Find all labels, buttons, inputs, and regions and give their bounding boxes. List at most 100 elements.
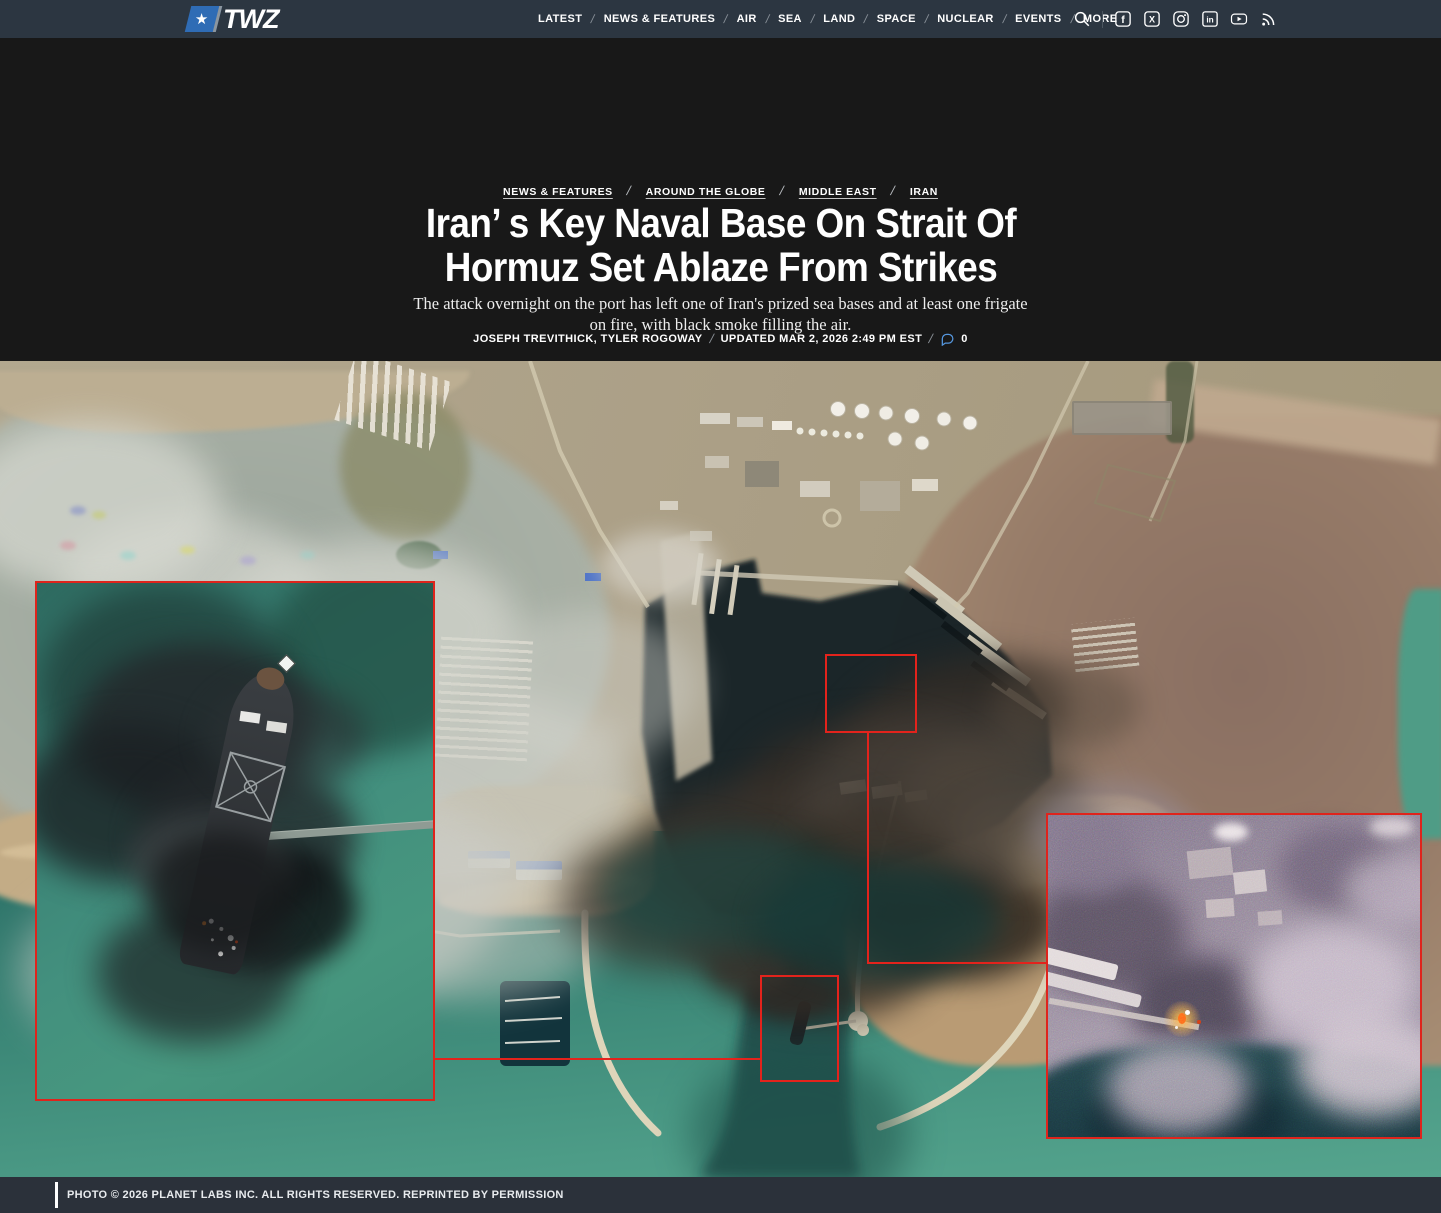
breadcrumb-iran[interactable]: IRAN (910, 186, 938, 198)
credit-tick (55, 1182, 58, 1208)
breadcrumb: NEWS & FEATURES / AROUND THE GLOBE / MID… (0, 183, 1441, 198)
nav-item-nuclear[interactable]: NUCLEAR (937, 13, 994, 25)
facebook-icon[interactable]: f (1114, 10, 1132, 28)
inset-ship-smoke (147, 833, 297, 953)
star-icon: ★ (195, 10, 209, 28)
comment-bubble-icon[interactable] (940, 332, 954, 346)
road (953, 361, 1090, 609)
twz-logo[interactable]: ★ TWZ (184, 4, 279, 34)
building (745, 461, 779, 487)
breadcrumb-news-features[interactable]: NEWS & FEATURES (503, 186, 613, 198)
main-menu: LATEST / NEWS & FEATURES / AIR / SEA / L… (538, 0, 1117, 38)
nav-separator: / (722, 12, 730, 26)
page-title: Iran’ s Key Naval Base On Strait Of Horm… (425, 200, 1016, 290)
byline-separator: / (707, 331, 716, 346)
building (912, 479, 938, 491)
nav-item-latest[interactable]: LATEST (538, 13, 582, 25)
cloud (480, 611, 700, 761)
breadcrumb-separator: / (625, 183, 634, 198)
tank-small (808, 428, 816, 436)
tank (854, 403, 870, 419)
satellite-image (0, 361, 1441, 1177)
tank (914, 435, 930, 451)
twz-flag-icon: ★ (184, 6, 223, 32)
photo-credit: PHOTO © 2026 PLANET LABS INC. ALL RIGHTS… (67, 1189, 564, 1201)
fleck (60, 541, 76, 550)
breadcrumb-separator: / (889, 183, 898, 198)
comments-count[interactable]: 0 (961, 333, 968, 345)
byline: JOSEPH TREVITHICK, TYLER ROGOWAY / UPDAT… (0, 331, 1441, 346)
connector-line-inset (435, 1058, 760, 1060)
breadcrumb-around-the-globe[interactable]: AROUND THE GLOBE (646, 186, 766, 198)
fleck (70, 506, 86, 515)
connector-line-horizontal (867, 962, 1048, 964)
tank (936, 411, 952, 427)
fleck (180, 546, 195, 554)
byline-updated: UPDATED MAR 2, 2026 2:49 PM EST (720, 332, 923, 345)
jetty-junction-2 (857, 1024, 869, 1036)
smoke-over-piers-box (825, 654, 917, 733)
nav-divider (1102, 10, 1103, 28)
photo-credit-bar: PHOTO © 2026 PLANET LABS INC. ALL RIGHTS… (0, 1177, 1441, 1213)
breadcrumb-separator: / (778, 183, 787, 198)
svg-text:in: in (1206, 15, 1213, 24)
building (772, 421, 792, 430)
instagram-icon[interactable] (1172, 10, 1190, 28)
nav-separator: / (764, 12, 771, 26)
noise-overlay (1048, 815, 1420, 1137)
tank-small (856, 432, 864, 440)
building (800, 481, 830, 497)
breadcrumb-middle-east[interactable]: MIDDLE EAST (799, 186, 877, 198)
page: ★ TWZ LATEST / NEWS & FEATURES / AIR / S… (0, 0, 1441, 1213)
tank (878, 405, 894, 421)
fleck (92, 511, 106, 519)
building (660, 501, 678, 510)
nav-item-air[interactable]: AIR (737, 13, 757, 25)
x-icon[interactable]: X (1143, 10, 1161, 28)
nav-separator: / (862, 12, 870, 26)
nav-icons: f X in (1073, 0, 1277, 38)
tank-small (832, 430, 840, 438)
burning-pier-inset (1046, 813, 1422, 1139)
tank (962, 415, 978, 431)
linkedin-icon[interactable]: in (1201, 10, 1219, 28)
nav-separator: / (809, 12, 816, 26)
nav-item-land[interactable]: LAND (823, 13, 855, 25)
roundabout (822, 508, 842, 528)
tank (887, 431, 903, 447)
byline-separator: / (927, 331, 936, 346)
tank-small (844, 431, 852, 439)
fleck (240, 556, 256, 565)
rss-icon[interactable] (1259, 10, 1277, 28)
steam-puff (600, 531, 720, 601)
article-subtitle: The attack overnight on the port has lef… (413, 294, 1028, 335)
burning-ship-inset (35, 581, 435, 1101)
youtube-icon[interactable] (1230, 10, 1248, 28)
fleck (300, 551, 315, 559)
building (700, 413, 730, 424)
burning-frigate-box (760, 975, 839, 1082)
nav-separator: / (923, 12, 930, 26)
nav-item-space[interactable]: SPACE (877, 13, 916, 25)
article-header: NEWS & FEATURES / AROUND THE GLOBE / MID… (0, 38, 1441, 361)
nav-item-events[interactable]: EVENTS (1015, 13, 1061, 25)
nav-item-sea[interactable]: SEA (778, 13, 802, 25)
tank (904, 408, 920, 424)
compound-ne (1072, 401, 1172, 435)
tank (830, 401, 846, 417)
tank-small (820, 429, 828, 437)
top-nav: ★ TWZ LATEST / NEWS & FEATURES / AIR / S… (0, 0, 1441, 38)
building (737, 417, 763, 427)
search-icon[interactable] (1073, 10, 1091, 28)
nav-item-news-features[interactable]: NEWS & FEATURES (604, 13, 716, 25)
building (860, 481, 900, 511)
fleck (120, 551, 136, 560)
road (1148, 361, 1199, 522)
svg-text:X: X (1149, 14, 1155, 24)
svg-text:f: f (1121, 14, 1125, 26)
tank-small (796, 427, 804, 435)
heli-deck-cross (217, 753, 284, 821)
blue-roof-small-1 (585, 573, 601, 581)
byline-authors[interactable]: JOSEPH TREVITHICK, TYLER ROGOWAY (473, 333, 702, 345)
connector-line-vertical (867, 733, 869, 962)
